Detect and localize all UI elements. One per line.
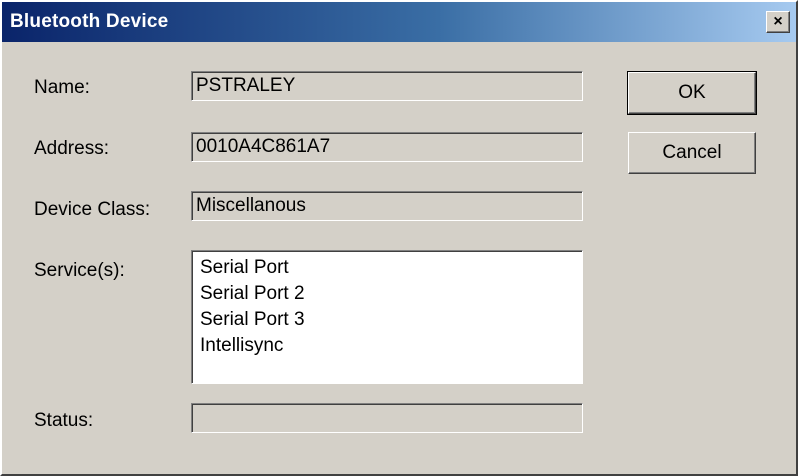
- list-item[interactable]: Serial Port 2: [200, 281, 574, 307]
- services-listbox[interactable]: Serial Port Serial Port 2 Serial Port 3 …: [191, 250, 583, 384]
- title-bar[interactable]: Bluetooth Device ×: [2, 2, 796, 42]
- address-label: Address:: [34, 138, 109, 159]
- close-icon: ×: [773, 13, 783, 30]
- close-button[interactable]: ×: [766, 11, 790, 33]
- cancel-button[interactable]: Cancel: [628, 132, 756, 174]
- list-item[interactable]: Intellisync: [200, 333, 574, 359]
- services-label: Service(s):: [34, 260, 125, 281]
- window-title: Bluetooth Device: [10, 11, 169, 32]
- status-field: [191, 403, 583, 433]
- list-item[interactable]: Serial Port: [200, 255, 574, 281]
- status-label: Status:: [34, 410, 94, 431]
- name-label: Name:: [34, 77, 90, 98]
- list-item[interactable]: Serial Port 3: [200, 307, 574, 333]
- device-class-field: Miscellanous: [191, 191, 583, 221]
- device-class-label: Device Class:: [34, 199, 151, 220]
- ok-button[interactable]: OK: [627, 71, 757, 115]
- address-field: 0010A4C861A7: [191, 132, 583, 162]
- name-field: PSTRALEY: [191, 71, 583, 101]
- bluetooth-device-dialog: Bluetooth Device × Name: PSTRALEY Addres…: [0, 0, 798, 476]
